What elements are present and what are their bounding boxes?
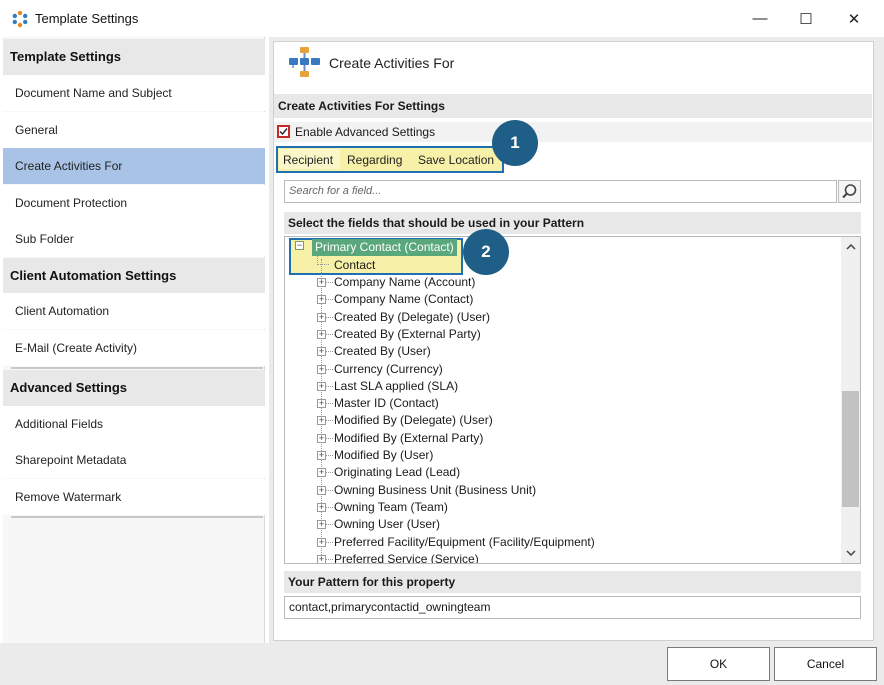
tree-node[interactable]: Last SLA applied (SLA) — [334, 378, 458, 395]
scroll-up-icon[interactable] — [841, 239, 861, 255]
tree-connector — [326, 455, 333, 456]
tree-connector — [326, 472, 333, 474]
tab-recipient[interactable]: Recipient — [279, 149, 340, 171]
sidebar-section-advanced: Advanced Settings — [3, 370, 265, 406]
field-tree[interactable]: − Primary Contact (Contact) Contact + Com… — [284, 236, 861, 564]
tab-save-location[interactable]: Save Location — [414, 149, 501, 171]
tree-node[interactable]: Modified By (Delegate) (User) — [334, 412, 493, 429]
scroll-down-icon[interactable] — [841, 545, 861, 561]
tree-connector — [326, 558, 333, 560]
expand-icon[interactable]: + — [317, 278, 326, 287]
minimize-button[interactable]: — — [737, 0, 783, 37]
expand-icon[interactable]: + — [317, 468, 326, 478]
sidebar-item-general[interactable]: General — [3, 112, 265, 148]
sidebar-item-additional-fields[interactable]: Additional Fields — [3, 406, 265, 442]
tree-node-root[interactable]: Primary Contact (Contact) — [312, 239, 457, 256]
tree-connector — [326, 351, 333, 353]
workflow-icon — [288, 46, 324, 78]
tree-node[interactable]: Preferred Service (Service) — [334, 551, 479, 563]
section-header-fields: Select the fields that should be used in… — [284, 212, 861, 234]
tree-node[interactable]: Owning User (User) — [334, 516, 440, 533]
expand-icon[interactable]: + — [317, 295, 326, 305]
sidebar-section-template-settings: Template Settings — [3, 39, 265, 75]
sidebar-item-client-automation[interactable]: Client Automation — [3, 293, 265, 329]
tree-connector — [326, 282, 333, 283]
expand-icon[interactable]: + — [317, 347, 326, 357]
tree-connector — [326, 506, 333, 508]
tree-connector — [326, 333, 333, 335]
tree-node[interactable]: Master ID (Contact) — [334, 395, 439, 412]
tree-connector — [326, 385, 333, 387]
expand-icon[interactable]: + — [317, 399, 326, 409]
sidebar-item-sharepoint-metadata[interactable]: Sharepoint Metadata — [3, 442, 265, 478]
tree-node[interactable]: Created By (Delegate) (User) — [334, 309, 490, 326]
tree-node[interactable]: Created By (User) — [334, 343, 431, 360]
tree-connector — [326, 489, 333, 491]
callout-1: 1 — [492, 120, 538, 166]
tree-connector — [326, 437, 333, 439]
expand-icon[interactable]: + — [317, 502, 326, 512]
sidebar: Template Settings Document Name and Subj… — [3, 37, 265, 643]
sidebar-item-email-create-activity[interactable]: E-Mail (Create Activity) — [3, 330, 265, 366]
sidebar-divider — [11, 516, 263, 518]
app-icon — [11, 10, 29, 28]
tree-node[interactable]: Created By (External Party) — [334, 326, 481, 343]
tree-node-contact[interactable]: Contact — [334, 257, 375, 274]
enable-advanced-checkbox[interactable] — [277, 125, 290, 138]
tree-connector — [326, 368, 333, 370]
tree-node[interactable]: Company Name (Contact) — [334, 291, 473, 308]
sidebar-item-document-name[interactable]: Document Name and Subject — [3, 75, 265, 111]
tree-node[interactable]: Originating Lead (Lead) — [334, 464, 460, 481]
tab-regarding[interactable]: Regarding — [343, 149, 411, 171]
sidebar-item-document-protection[interactable]: Document Protection — [3, 185, 265, 221]
sidebar-divider — [11, 367, 263, 369]
tree-connector — [326, 403, 333, 405]
tree-node[interactable]: Preferred Facility/Equipment (Facility/E… — [334, 534, 595, 551]
maximize-button[interactable]: ☐ — [783, 0, 829, 37]
tree-node[interactable]: Modified By (External Party) — [334, 430, 483, 447]
tree-connector — [326, 420, 333, 422]
expand-icon[interactable]: + — [317, 537, 326, 547]
tree-node[interactable]: Owning Business Unit (Business Unit) — [334, 482, 536, 499]
tree-node[interactable]: Owning Team (Team) — [334, 499, 448, 516]
collapse-icon[interactable]: − — [295, 241, 304, 250]
tree-connector — [317, 256, 329, 265]
window-title: Template Settings — [35, 11, 139, 26]
sidebar-item-remove-watermark[interactable]: Remove Watermark — [3, 479, 265, 515]
tree-connector — [326, 524, 333, 526]
sidebar-item-sub-folder[interactable]: Sub Folder — [3, 221, 265, 257]
expand-icon[interactable]: + — [317, 329, 326, 339]
close-button[interactable]: ✕ — [831, 0, 877, 37]
expand-icon[interactable]: + — [317, 364, 326, 374]
sidebar-section-client-automation: Client Automation Settings — [3, 258, 265, 294]
enable-advanced-label: Enable Advanced Settings — [295, 125, 436, 139]
tree-connector — [326, 541, 333, 543]
search-icon[interactable] — [838, 180, 861, 203]
tree-connector — [326, 299, 333, 301]
section-header-settings: Create Activities For Settings — [274, 94, 872, 118]
callout-2: 2 — [463, 229, 509, 275]
expand-icon[interactable]: + — [317, 520, 326, 530]
tree-node[interactable]: Modified By (User) — [334, 447, 433, 464]
expand-icon[interactable]: + — [317, 416, 326, 426]
cancel-button[interactable]: Cancel — [774, 647, 877, 681]
page-title: Create Activities For — [329, 55, 455, 71]
expand-icon[interactable]: + — [317, 312, 326, 322]
tree-node[interactable]: Currency (Currency) — [334, 361, 443, 378]
expand-icon[interactable]: + — [317, 451, 326, 460]
expand-icon[interactable]: + — [317, 485, 326, 495]
tree-node[interactable]: Company Name (Account) — [334, 274, 475, 291]
expand-icon[interactable]: + — [317, 433, 326, 443]
expand-icon[interactable]: + — [317, 554, 326, 563]
expand-icon[interactable]: + — [317, 381, 326, 391]
scroll-thumb[interactable] — [842, 391, 859, 507]
search-input[interactable]: Search for a field... — [284, 180, 837, 203]
section-header-pattern: Your Pattern for this property — [284, 571, 861, 593]
ok-button[interactable]: OK — [667, 647, 770, 681]
sidebar-item-create-activities[interactable]: Create Activities For — [3, 148, 265, 184]
tree-connector — [326, 316, 333, 318]
pattern-input[interactable]: contact,primarycontactid_owningteam — [284, 596, 861, 619]
